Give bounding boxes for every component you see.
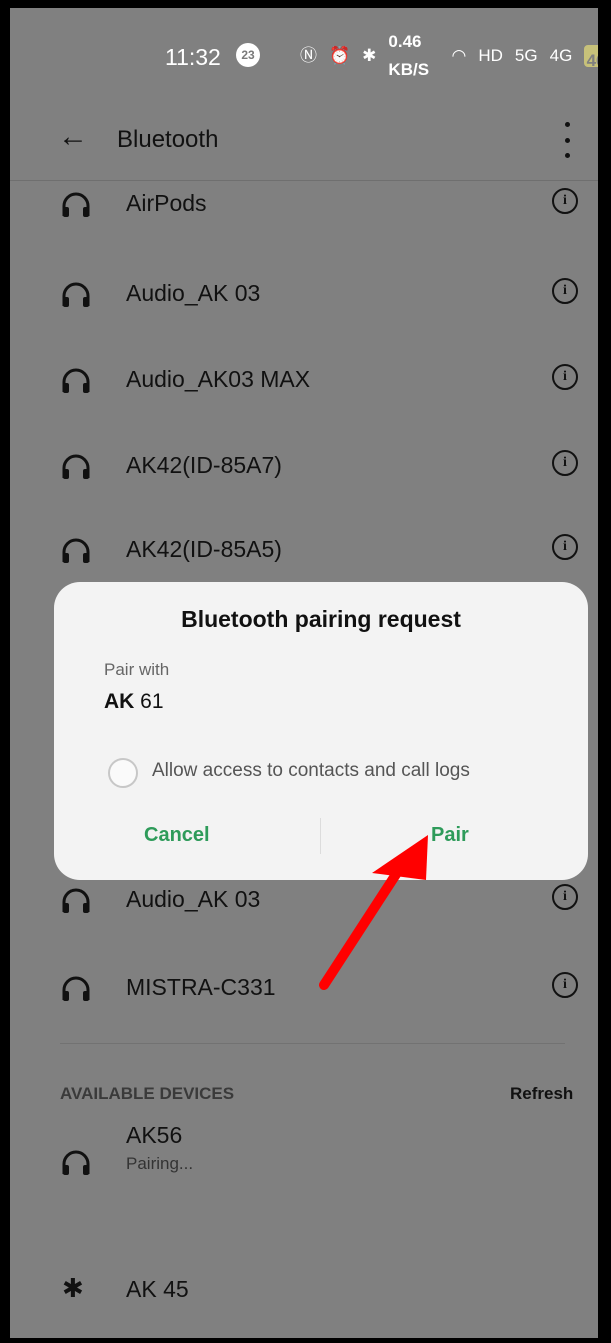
net-speed-value: 0.46 — [388, 32, 422, 51]
bluetooth-status-icon: ✱ — [362, 46, 377, 65]
section-divider — [60, 1043, 565, 1044]
headphones-icon — [62, 192, 90, 217]
info-icon[interactable]: i — [552, 278, 578, 304]
status-icons: Ⓝ ⏰ ✱ 0.46 KB/S ◠ HD 5G 4G 46 — [300, 32, 598, 79]
device-name: Audio_AK03 MAX — [126, 366, 311, 392]
headphones-icon — [62, 1150, 90, 1175]
network-speed: 0.46 KB/S — [388, 28, 439, 84]
info-icon[interactable]: i — [552, 534, 578, 560]
pair-with-label: Pair with — [104, 660, 170, 679]
headphones-icon — [62, 538, 90, 563]
pair-button[interactable]: Pair — [431, 824, 469, 847]
pairing-status: Pairing... — [126, 1154, 194, 1173]
device-row[interactable]: AirPods i — [10, 176, 598, 236]
pairing-dialog: Bluetooth pairing request Pair with AK 6… — [54, 582, 588, 880]
headphones-icon — [62, 976, 90, 1001]
headphones-icon — [62, 282, 90, 307]
button-separator — [320, 818, 321, 854]
device-name: AirPods — [126, 190, 207, 216]
info-icon[interactable]: i — [552, 364, 578, 390]
device-name-prefix: AK — [104, 690, 135, 713]
pair-device-name: AK 61 — [104, 690, 164, 714]
info-icon[interactable]: i — [552, 884, 578, 910]
available-devices-header: AVAILABLE DEVICES — [60, 1084, 235, 1103]
nfc-icon: Ⓝ — [300, 46, 317, 65]
alarm-icon: ⏰ — [329, 46, 351, 65]
device-row[interactable]: MISTRA-C331 i — [10, 960, 598, 1020]
status-bar: 11:32 23 Ⓝ ⏰ ✱ 0.46 KB/S ◠ HD 5G 4G 46 — [10, 8, 598, 108]
contacts-access-label[interactable]: Allow access to contacts and call logs — [152, 760, 470, 782]
contacts-access-checkbox[interactable] — [108, 758, 138, 788]
info-icon[interactable]: i — [552, 450, 578, 476]
phone-screen: 11:32 23 Ⓝ ⏰ ✱ 0.46 KB/S ◠ HD 5G 4G 46 ←… — [10, 8, 598, 1338]
device-name: Audio_AK 03 — [126, 886, 261, 912]
device-name: AK 45 — [126, 1276, 189, 1302]
headphones-icon — [62, 368, 90, 393]
available-device-row[interactable]: AK 45 — [10, 1262, 598, 1322]
battery-icon: 46 — [584, 45, 598, 70]
available-device-row[interactable]: AK56 — [10, 1122, 598, 1182]
device-name: AK42(ID-85A7) — [126, 452, 282, 478]
headphones-icon — [62, 888, 90, 913]
info-icon[interactable]: i — [552, 188, 578, 214]
device-name: AK42(ID-85A5) — [126, 536, 282, 562]
notification-badge: 23 — [236, 43, 260, 67]
device-frame: 11:32 23 Ⓝ ⏰ ✱ 0.46 KB/S ◠ HD 5G 4G 46 ←… — [0, 0, 611, 1343]
back-arrow-icon[interactable]: ← — [58, 120, 88, 154]
page-title: Bluetooth — [117, 126, 219, 153]
device-row[interactable]: Audio_AK 03 i — [10, 266, 598, 326]
status-time: 11:32 — [165, 44, 221, 70]
device-row[interactable]: Audio_AK 03 i — [10, 872, 598, 932]
device-row[interactable]: AK42(ID-85A5) i — [10, 522, 598, 582]
net-speed-unit: KB/S — [388, 60, 430, 79]
refresh-button[interactable]: Refresh — [510, 1084, 573, 1104]
wifi-icon: ◠ — [451, 46, 467, 65]
dialog-title: Bluetooth pairing request — [181, 606, 461, 632]
device-name-suffix: 61 — [134, 690, 164, 713]
info-icon[interactable]: i — [552, 972, 578, 998]
hd-icon: HD — [478, 46, 503, 65]
device-name: Audio_AK 03 — [126, 280, 261, 306]
signal-5g-icon: 5G — [514, 46, 538, 65]
top-app-bar: ← Bluetooth — [10, 108, 598, 181]
more-options-icon[interactable] — [565, 122, 571, 158]
device-name: AK56 — [126, 1122, 183, 1148]
cancel-button[interactable]: Cancel — [144, 824, 210, 847]
headphones-icon — [62, 454, 90, 479]
device-name: MISTRA-C331 — [126, 974, 276, 1000]
device-row[interactable]: AK42(ID-85A7) i — [10, 438, 598, 498]
signal-4g-icon: 4G — [549, 46, 573, 65]
device-row[interactable]: Audio_AK03 MAX i — [10, 352, 598, 412]
